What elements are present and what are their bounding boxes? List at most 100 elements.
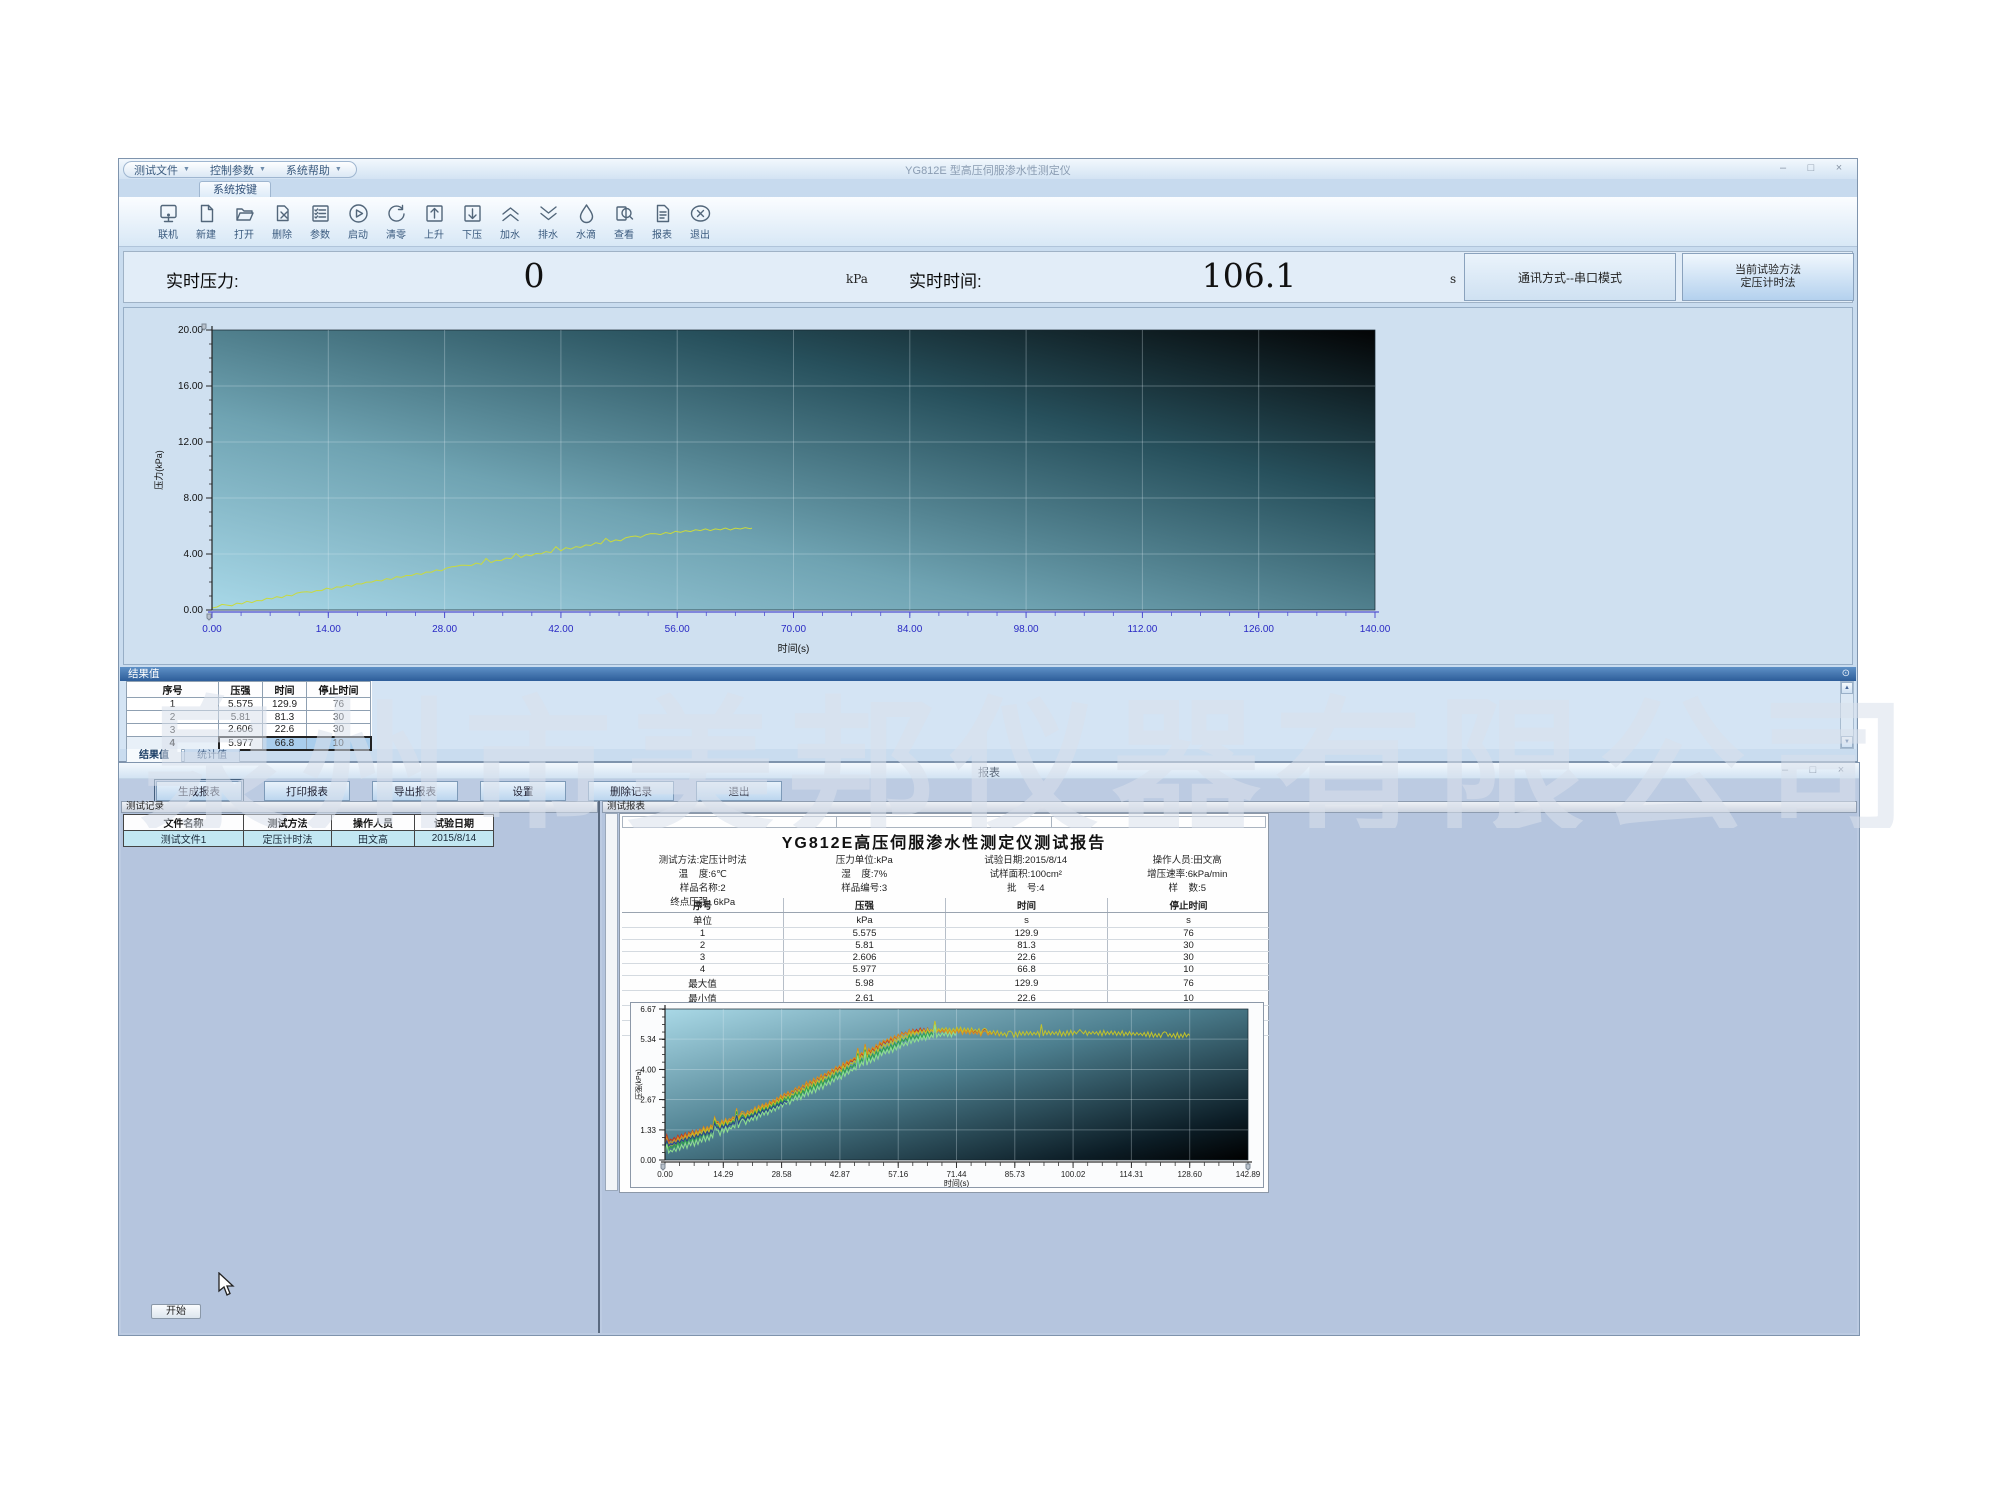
connect-icon bbox=[157, 202, 180, 225]
scroll-up-icon[interactable]: ▲ bbox=[1841, 682, 1853, 694]
toolbar-button-删除[interactable]: 删除 bbox=[263, 202, 301, 241]
table-row[interactable]: 15.575129.976 bbox=[127, 698, 371, 711]
report-table-row: 最大值5.98129.976 bbox=[622, 976, 1269, 991]
svg-text:85.73: 85.73 bbox=[1005, 1170, 1026, 1179]
results-scrollbar[interactable]: ▲ ▼ bbox=[1840, 681, 1854, 749]
report-titlebar: 报表 –□× bbox=[119, 763, 1859, 779]
svg-text:100.02: 100.02 bbox=[1061, 1170, 1086, 1179]
table-row[interactable]: 32.60622.630 bbox=[127, 724, 371, 737]
table-row[interactable]: 25.8181.330 bbox=[127, 711, 371, 724]
scroll-down-icon[interactable]: ▼ bbox=[1841, 736, 1853, 748]
maximize-button[interactable]: □ bbox=[1801, 762, 1825, 778]
results-caption-bar: 结果值 ⊙ bbox=[120, 667, 1856, 681]
svg-text:128.60: 128.60 bbox=[1177, 1170, 1202, 1179]
svg-text:6.67: 6.67 bbox=[640, 1005, 656, 1014]
info-row: 测试方法:定压计时法压力单位:kPa试验日期:2015/8/14操作人员:田文高 bbox=[622, 852, 1268, 866]
minimize-button[interactable]: – bbox=[1771, 160, 1795, 176]
pressure-unit: kPa bbox=[846, 272, 868, 286]
results-tab-1[interactable]: 统计值 bbox=[184, 749, 240, 763]
toolbar-button-联机[interactable]: 联机 bbox=[149, 202, 187, 241]
toolbar-button-查看[interactable]: 查看 bbox=[605, 202, 643, 241]
toolbar-button-加水[interactable]: 加水 bbox=[491, 202, 529, 241]
report-table-row: 45.97766.810 bbox=[622, 964, 1269, 976]
report-window-title: 报表 bbox=[119, 764, 1859, 780]
toolbar-button-上升[interactable]: 上升 bbox=[415, 202, 453, 241]
delete-icon bbox=[271, 202, 294, 225]
toolbar-button-退出[interactable]: 退出 bbox=[681, 202, 719, 241]
main-window: 测试文件▼控制参数▼系统帮助▼ YG812E 型高压伺服渗水性测定仪 –□× 系… bbox=[118, 158, 1858, 762]
svg-text:12.00: 12.00 bbox=[178, 437, 203, 448]
tab-system-keys[interactable]: 系统按键 bbox=[199, 181, 271, 198]
report-icon bbox=[651, 202, 674, 225]
time-unit: s bbox=[1450, 272, 1456, 286]
column-header: 文件名称 bbox=[124, 815, 244, 831]
report-button-row: 生成报表 打印报表 导出报表 设置 删除记录 退出 bbox=[119, 779, 1859, 803]
toolbar-button-参数[interactable]: 参数 bbox=[301, 202, 339, 241]
toolbar-button-打开[interactable]: 打开 bbox=[225, 202, 263, 241]
panel-options-icon[interactable]: ⊙ bbox=[1842, 667, 1850, 681]
results-area: 序号压强时间停止时间15.575129.97625.8181.33032.606… bbox=[120, 681, 1856, 749]
results-table: 序号压强时间停止时间15.575129.97625.8181.33032.606… bbox=[126, 681, 372, 751]
report-table-row: 单位kPass bbox=[622, 913, 1269, 928]
toolbar-button-报表[interactable]: 报表 bbox=[643, 202, 681, 241]
column-header: 停止时间 bbox=[307, 682, 371, 698]
start-icon bbox=[347, 202, 370, 225]
svg-text:16.00: 16.00 bbox=[178, 381, 203, 392]
report-view-panel: 测试报表 YG812E高压伺服渗水性测定仪测试报告 测试方法:定压计时法压力单位… bbox=[602, 801, 1857, 1333]
svg-text:126.00: 126.00 bbox=[1243, 624, 1274, 635]
toolbar-button-排水[interactable]: 排水 bbox=[529, 202, 567, 241]
main-chart-panel: 0.004.008.0012.0016.0020.000.0014.0028.0… bbox=[123, 307, 1853, 665]
desktop: 测试文件▼控制参数▼系统帮助▼ YG812E 型高压伺服渗水性测定仪 –□× 系… bbox=[0, 0, 2000, 1500]
report-button-生成报表[interactable]: 生成报表 bbox=[156, 781, 242, 801]
svg-text:压强(kPa): 压强(kPa) bbox=[635, 1069, 643, 1100]
table-row[interactable]: 45.97766.810 bbox=[127, 737, 371, 750]
close-button[interactable]: × bbox=[1829, 762, 1853, 778]
column-header: 序号 bbox=[127, 682, 219, 698]
column-header: 时间 bbox=[263, 682, 307, 698]
start-button[interactable]: 开始 bbox=[151, 1304, 201, 1319]
report-button-退出[interactable]: 退出 bbox=[696, 781, 782, 801]
main-titlebar: 测试文件▼控制参数▼系统帮助▼ YG812E 型高压伺服渗水性测定仪 –□× bbox=[119, 159, 1857, 180]
svg-text:0.00: 0.00 bbox=[657, 1170, 673, 1179]
report-button-设置[interactable]: 设置 bbox=[480, 781, 566, 801]
time-value: 106.1 bbox=[1104, 256, 1394, 295]
svg-text:84.00: 84.00 bbox=[897, 624, 922, 635]
svg-text:5.34: 5.34 bbox=[640, 1035, 656, 1044]
toolbar-button-启动[interactable]: 启动 bbox=[339, 202, 377, 241]
rise-icon bbox=[423, 202, 446, 225]
report-button-打印报表[interactable]: 打印报表 bbox=[264, 781, 350, 801]
toolbar-button-清零[interactable]: 清零 bbox=[377, 202, 415, 241]
toolbar-button-新建[interactable]: 新建 bbox=[187, 202, 225, 241]
toolbar-button-水滴[interactable]: 水滴 bbox=[567, 202, 605, 241]
pressure-time-chart: 0.004.008.0012.0016.0020.000.0014.0028.0… bbox=[124, 308, 1856, 664]
info-row: 温 度:6℃湿 度:7%试样面积:100cm²增压速率:6kPa/min bbox=[622, 866, 1268, 880]
toolbar-button-下压[interactable]: 下压 bbox=[453, 202, 491, 241]
results-tab-0[interactable]: 结果值 bbox=[126, 749, 182, 763]
svg-text:57.16: 57.16 bbox=[888, 1170, 909, 1179]
test-method-button[interactable]: 当前试验方法 定压计时法 bbox=[1682, 253, 1854, 301]
status-panel: 实时压力: 0 kPa 实时时间: 106.1 s 通讯方式--串口模式 当前试… bbox=[123, 251, 1853, 303]
svg-text:0.00: 0.00 bbox=[202, 624, 222, 635]
new-icon bbox=[195, 202, 218, 225]
report-window-controls: –□× bbox=[1773, 762, 1853, 778]
close-button[interactable]: × bbox=[1827, 160, 1851, 176]
report-button-删除记录[interactable]: 删除记录 bbox=[588, 781, 674, 801]
comm-mode-button[interactable]: 通讯方式--串口模式 bbox=[1464, 253, 1676, 301]
main-window-title: YG812E 型高压伺服渗水性测定仪 bbox=[119, 162, 1857, 178]
report-table-row: 序号压强时间停止时间 bbox=[622, 898, 1269, 913]
records-table: 文件名称测试方法操作人员试验日期测试文件1定压计时法田文高2015/8/14 bbox=[123, 814, 494, 847]
ribbon-tabstrip: 系统按键 bbox=[119, 179, 1857, 197]
pressure-value: 0 bbox=[424, 256, 644, 295]
records-caption: 测试记录 bbox=[121, 801, 598, 813]
column-header: 测试方法 bbox=[244, 815, 332, 831]
view-icon bbox=[613, 202, 636, 225]
report-button-导出报表[interactable]: 导出报表 bbox=[372, 781, 458, 801]
svg-text:14.29: 14.29 bbox=[713, 1170, 734, 1179]
pressure-label: 实时压力: bbox=[166, 267, 239, 292]
maximize-button[interactable]: □ bbox=[1799, 160, 1823, 176]
svg-text:8.00: 8.00 bbox=[184, 493, 204, 504]
minimize-button[interactable]: – bbox=[1773, 762, 1797, 778]
report-table-row: 32.60622.630 bbox=[622, 952, 1269, 964]
column-header: 压强 bbox=[219, 682, 263, 698]
table-row[interactable]: 测试文件1定压计时法田文高2015/8/14 bbox=[124, 831, 494, 847]
